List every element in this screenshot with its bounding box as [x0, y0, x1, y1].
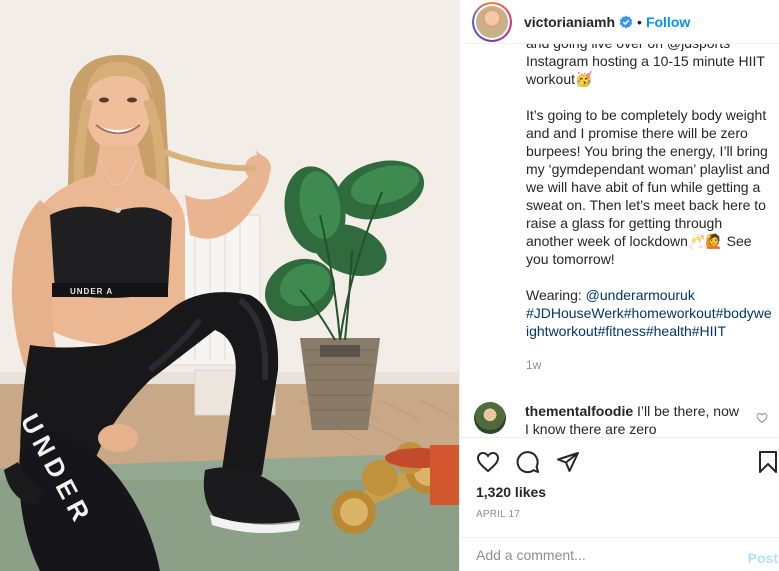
wearing-label: Wearing: [526, 287, 586, 303]
comment-avatar[interactable] [474, 402, 506, 434]
save-bookmark-icon[interactable] [756, 450, 779, 474]
share-paper-plane-icon[interactable] [556, 450, 580, 474]
header-separator: • [637, 13, 642, 30]
action-bar [460, 437, 779, 489]
hashtag-links[interactable]: #JDHouseWerk#homeworkout#bodyweightworko… [526, 305, 772, 339]
comment-like-heart-icon[interactable] [756, 412, 768, 424]
like-count[interactable]: 1,320 likes [476, 484, 546, 500]
like-heart-icon[interactable] [476, 450, 500, 474]
verified-badge-icon [619, 15, 633, 28]
post-age[interactable]: 1w [526, 356, 541, 374]
add-comment-bar: Post [460, 537, 779, 571]
follow-button[interactable]: Follow [646, 14, 690, 30]
comment-bubble-icon[interactable] [516, 450, 540, 474]
caption-paragraph: It’s going to be completely body weight … [526, 107, 770, 267]
username-link[interactable]: victorianiamh [524, 14, 615, 30]
caption-paragraph: and going live over on @jdsports Instagr… [526, 44, 765, 87]
caption-scroll-area[interactable]: and going live over on @jdsports Instagr… [526, 44, 772, 389]
comment-input[interactable] [476, 546, 726, 563]
comment-text: thementalfoodie I’ll be there, now I kno… [525, 402, 740, 436]
comment-row: thementalfoodie I’ll be there, now I kno… [474, 402, 774, 436]
photo-illustration: UNDER A UNDER [0, 0, 459, 571]
caption-wearing: Wearing: @underarmouruk #JDHouseWerk#home… [526, 286, 772, 340]
comment-username[interactable]: thementalfoodie [525, 403, 633, 419]
post-sidebar: victorianiamh • Follow and going live ov… [459, 0, 779, 571]
bra-logo-text: UNDER A [70, 287, 113, 296]
post-date[interactable]: APRIL 17 [476, 509, 520, 520]
post-header: victorianiamh • Follow [460, 0, 779, 44]
post-comment-button[interactable]: Post [748, 550, 778, 566]
avatar[interactable] [472, 1, 512, 42]
post-photo[interactable]: UNDER A UNDER [0, 0, 459, 571]
avatar-image [476, 5, 508, 38]
mention-link[interactable]: @underarmouruk [586, 287, 695, 303]
